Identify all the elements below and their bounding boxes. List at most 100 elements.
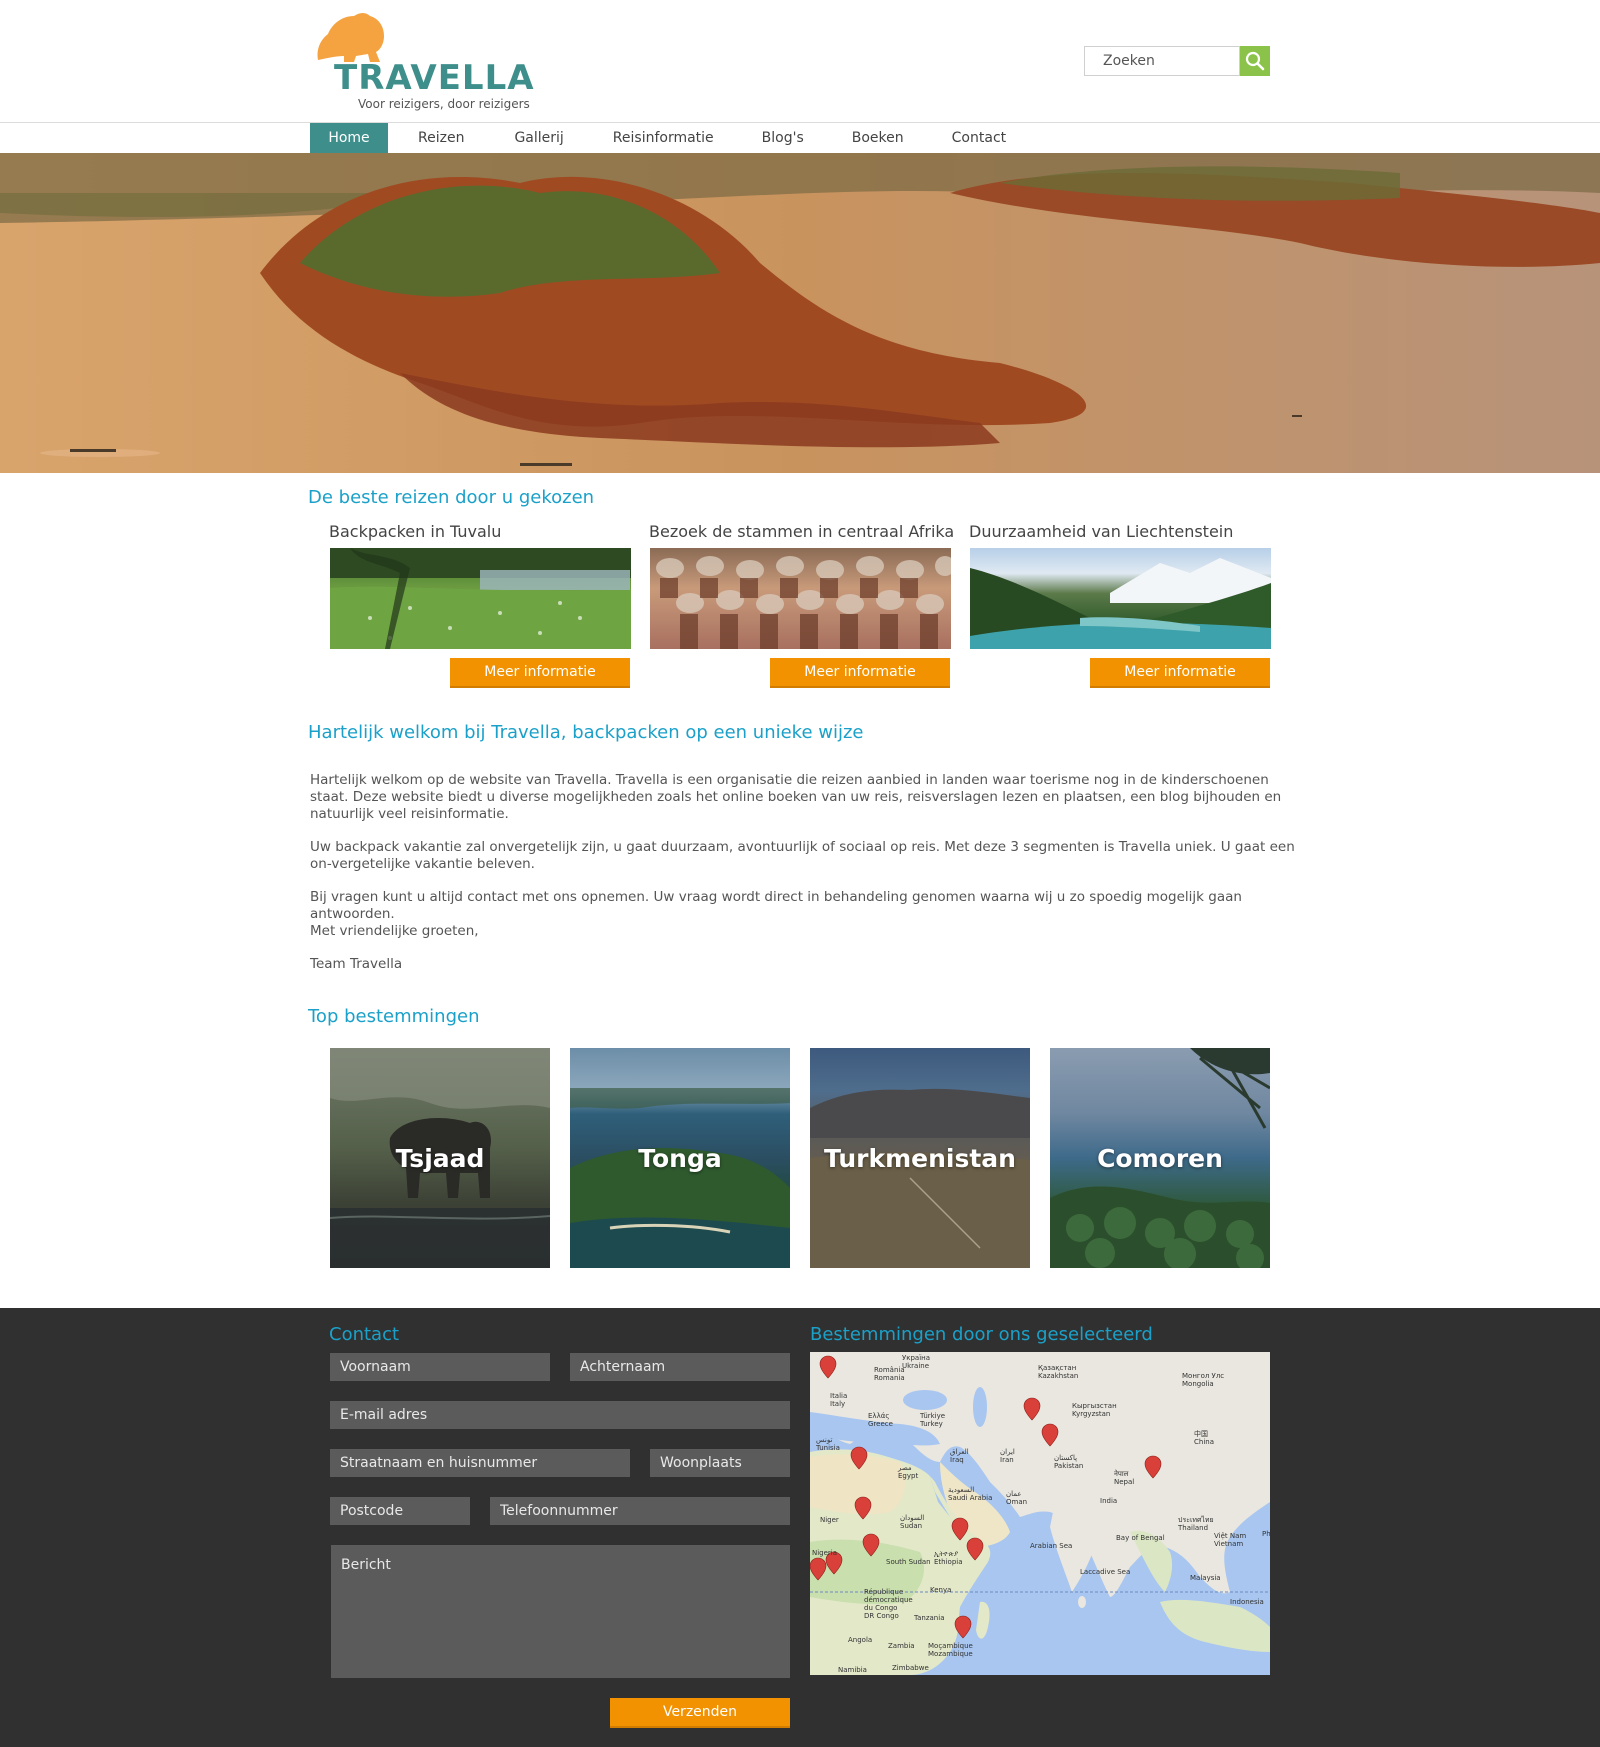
map-label-indonesia: Indonesia (1230, 1598, 1264, 1606)
map-label-china: 中国 China (1194, 1430, 1214, 1446)
map-label-nepal: नेपाल Nepal (1114, 1470, 1135, 1486)
map-label-drc: République démocratique du Congo DR Congo (864, 1588, 913, 1620)
map-label-malaysia: Malaysia (1190, 1574, 1221, 1582)
trip-title-3: Duurzaamheid van Liechtenstein (969, 522, 1234, 541)
map-land (810, 1352, 1270, 1675)
search-box (1084, 46, 1270, 76)
hero-banner (0, 153, 1600, 473)
map-label-oman: عمان Oman (1006, 1490, 1028, 1506)
map-label-mongolia: Монгол Улс Mongolia (1182, 1372, 1225, 1388)
search-button[interactable] (1240, 46, 1270, 76)
meer-info-button-1[interactable]: Meer informatie (450, 658, 630, 688)
map-label-egypt: مصر Egypt (898, 1464, 919, 1480)
map-label-niger: Niger (820, 1516, 839, 1524)
welcome-paragraph-2: Uw backpack vakantie zal onvergetelijk z… (310, 839, 1295, 872)
nav-reisinformatie[interactable]: Reisinformatie (613, 123, 714, 153)
achternaam-field[interactable] (570, 1353, 790, 1381)
main-nav: Home Reizen Gallerij Reisinformatie Blog… (310, 123, 1006, 153)
map-label-turkey: Türkiye Turkey (920, 1412, 946, 1428)
map-label-angola: Angola (848, 1636, 873, 1644)
map-label-laccadive: Laccadive Sea (1080, 1568, 1131, 1576)
map-label-pakistan: پاکستان Pakistan (1054, 1454, 1084, 1470)
logo-tagline: Voor reizigers, door reizigers (358, 97, 530, 111)
trip-image-tuvalu[interactable] (330, 548, 631, 649)
map-heading: Bestemmingen door ons geselecteerd (810, 1324, 1153, 1345)
trip-title-1: Backpacken in Tuvalu (329, 522, 502, 541)
postcode-field[interactable] (330, 1497, 470, 1525)
map-label-iran: ایران Iran (1000, 1448, 1015, 1464)
welcome-signature: Team Travella (310, 956, 403, 972)
telefoon-field[interactable] (490, 1497, 790, 1525)
map-label-nigeria: Nigeria (812, 1549, 838, 1557)
map-label-zimbabwe: Zimbabwe (892, 1664, 929, 1672)
verzenden-button[interactable]: Verzenden (610, 1698, 790, 1728)
welcome-closing: Met vriendelijke groeten, (310, 923, 479, 939)
bericht-field[interactable] (331, 1545, 790, 1678)
map-label-thailand: ประเทศไทย Thailand (1178, 1516, 1214, 1532)
nav-boeken[interactable]: Boeken (852, 123, 904, 153)
trip-title-2: Bezoek de stammen in centraal Afrika (649, 522, 955, 541)
map-label-ph: Ph (1262, 1530, 1270, 1538)
map-label-arabiansea: Arabian Sea (1030, 1542, 1073, 1550)
map-label-namibia: Namibia (838, 1666, 867, 1674)
hero-landscape-image (0, 153, 1600, 473)
tuvalu-photo (330, 548, 631, 649)
welcome-paragraph-1: Hartelijk welkom op de website van Trave… (310, 772, 1282, 822)
map-label-iraq: العراق Iraq (950, 1448, 969, 1464)
meer-info-button-3[interactable]: Meer informatie (1090, 658, 1270, 688)
map-label-southsudan: South Sudan (886, 1558, 931, 1566)
destinations-heading: Top bestemmingen (308, 1006, 480, 1027)
map-label-sudan: السودان Sudan (900, 1514, 925, 1530)
nav-contact[interactable]: Contact (952, 123, 1006, 153)
logo[interactable]: TRAVELLA Voor reizigers, door reizigers (308, 10, 534, 112)
meer-info-button-2[interactable]: Meer informatie (770, 658, 950, 688)
destinations-map[interactable]: Україна Ukraine România Romania Italia Ital… (810, 1352, 1270, 1675)
destination-card-turkmenistan[interactable]: Turkmenistan (810, 1048, 1030, 1268)
map-label-kazakhstan: Қазақстан Kazakhstan (1038, 1364, 1079, 1380)
map-label-kenya: Kenya (930, 1586, 952, 1594)
elephant-logo-icon (317, 13, 384, 62)
map-label-zambia: Zambia (888, 1642, 915, 1650)
nav-blogs[interactable]: Blog's (762, 123, 804, 153)
map-label-india: India (1100, 1497, 1118, 1505)
search-icon (1245, 51, 1265, 71)
map-label-vietnam: Việt Nam Vietnam (1214, 1532, 1247, 1548)
search-input[interactable] (1084, 46, 1240, 76)
nav-home[interactable]: Home (310, 123, 388, 153)
page: TRAVELLA Voor reizigers, door reizigers … (0, 0, 1600, 1747)
trip-image-liechtenstein[interactable] (970, 548, 1271, 649)
map-label-italy: Italia Italy (830, 1392, 848, 1408)
map-label-saudi: السعودية Saudi Arabia (948, 1486, 993, 1502)
map-label-kyrgyzstan: Кыргызстан Kyrgyzstan (1072, 1402, 1117, 1418)
tribes-photo (656, 556, 951, 649)
destination-label-tsjaad: Tsjaad (395, 1143, 485, 1173)
destination-card-comoren[interactable]: Comoren (1050, 1048, 1270, 1268)
destination-card-tsjaad[interactable]: Tsjaad (330, 1048, 550, 1268)
map-label-tunisia: تونس Tunisia (816, 1436, 840, 1452)
map-label-mozambique: Moçambique Mozambique (928, 1642, 973, 1658)
destination-label-comoren: Comoren (1097, 1143, 1223, 1173)
liechtenstein-photo (970, 558, 1271, 649)
woonplaats-field[interactable] (650, 1449, 790, 1477)
map-label-bayofbengal: Bay of Bengal (1116, 1534, 1165, 1542)
voornaam-field[interactable] (330, 1353, 550, 1381)
welcome-heading: Hartelijk welkom bij Travella, backpacke… (308, 722, 864, 743)
destination-card-tonga[interactable]: Tonga (570, 1048, 790, 1268)
nav-reizen[interactable]: Reizen (418, 123, 464, 153)
welcome-paragraph-3: Bij vragen kunt u altijd contact met ons… (310, 889, 1242, 922)
destination-label-tonga: Tonga (638, 1143, 722, 1173)
map-label-greece: Ελλάς Greece (868, 1412, 893, 1428)
map-label-ukraine: Україна Ukraine (902, 1354, 931, 1370)
trips-heading: De beste reizen door u gekozen (308, 487, 595, 508)
straat-field[interactable] (330, 1449, 630, 1477)
email-field[interactable] (330, 1401, 790, 1429)
map-label-romania: România Romania (874, 1366, 905, 1382)
logo-wordmark: TRAVELLA (334, 58, 535, 98)
contact-heading: Contact (329, 1324, 400, 1345)
trip-image-africa[interactable] (650, 548, 951, 649)
nav-gallerij[interactable]: Gallerij (514, 123, 563, 153)
map-label-tanzania: Tanzania (914, 1614, 945, 1622)
map-label-ethiopia: ኢትዮጵያ Ethiopia (934, 1550, 963, 1566)
footer (0, 1308, 1600, 1747)
destination-label-turkmenistan: Turkmenistan (824, 1143, 1016, 1173)
